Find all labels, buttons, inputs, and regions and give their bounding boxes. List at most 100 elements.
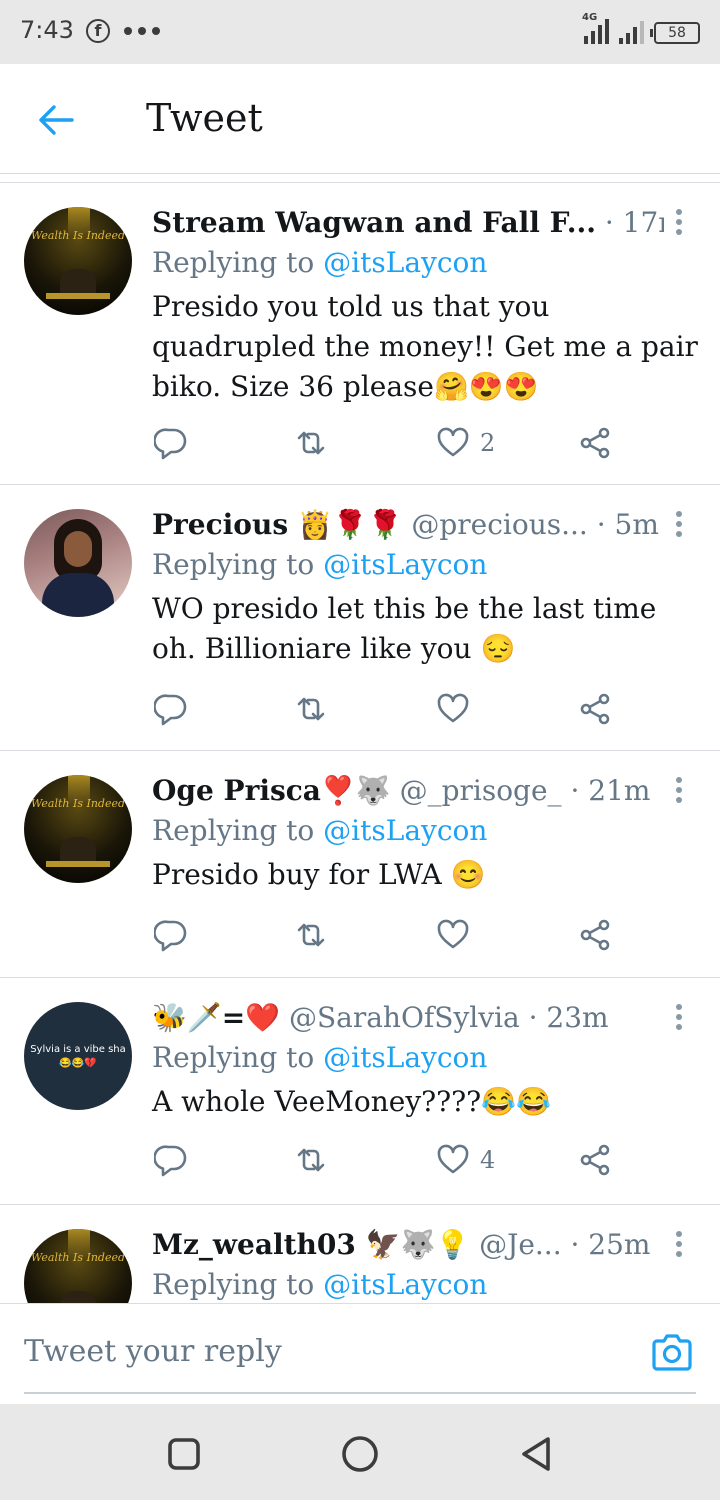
recents-square-icon[interactable] xyxy=(164,1434,204,1474)
tweet-actions xyxy=(152,689,672,729)
tweet-item[interactable]: Sylvia is a vibe sha 😂😂💔 🐝🗡️=❤️ @SarahOf… xyxy=(0,978,720,1205)
retweet-button[interactable] xyxy=(294,1140,328,1180)
share-button[interactable] xyxy=(578,1140,612,1180)
back-arrow-icon[interactable] xyxy=(36,100,76,140)
like-button[interactable] xyxy=(436,689,470,729)
reply-composer: Tweet your reply xyxy=(0,1303,720,1404)
replying-handle-link[interactable]: @itsLaycon xyxy=(323,1268,487,1301)
retweet-icon xyxy=(297,697,325,721)
avatar[interactable]: Wealth Is Indeed xyxy=(24,775,132,883)
reply-icon xyxy=(154,1145,187,1177)
status-time: 7:43 xyxy=(20,16,74,44)
author-handle: @precious... xyxy=(411,508,588,541)
battery-icon: 58 xyxy=(650,22,700,44)
share-icon xyxy=(580,1144,610,1176)
reply-button[interactable] xyxy=(154,423,188,463)
heart-icon xyxy=(437,693,469,723)
tweet-header: Oge Prisca❣️🐺 @_prisoge_ · 21m xyxy=(152,771,664,811)
tweet-time: · 23m xyxy=(528,1001,609,1034)
like-count: 2 xyxy=(480,429,496,457)
camera-icon[interactable] xyxy=(648,1328,696,1376)
reply-button[interactable] xyxy=(154,915,188,955)
author-name[interactable]: 🐝🗡️=❤️ xyxy=(152,1001,280,1034)
retweet-button[interactable] xyxy=(294,915,328,955)
avatar[interactable] xyxy=(24,509,132,617)
author-name[interactable]: Mz_wealth03 🦅🐺💡 xyxy=(152,1228,470,1261)
like-button[interactable] xyxy=(436,915,470,955)
author-name[interactable]: Precious 👸🌹🌹 xyxy=(152,508,402,541)
share-button[interactable] xyxy=(578,689,612,729)
author-handle: @_prisoge_ xyxy=(399,774,562,807)
tweet-item[interactable]: Wealth Is Indeed Oge Prisca❣️🐺 @_prisoge… xyxy=(0,751,720,978)
retweet-icon xyxy=(297,923,325,947)
replying-handle-link[interactable]: @itsLaycon xyxy=(323,548,487,581)
battery-level: 58 xyxy=(668,25,686,41)
status-bar: 7:43 f 4G 58 xyxy=(0,0,720,64)
home-circle-icon[interactable] xyxy=(340,1434,380,1474)
network-type-label: 4G xyxy=(582,12,598,23)
replying-handle-link[interactable]: @itsLaycon xyxy=(323,1041,487,1074)
replying-handle-link[interactable]: @itsLaycon xyxy=(323,246,487,279)
share-icon xyxy=(580,427,610,459)
tweet-item[interactable]: Precious 👸🌹🌹 @precious... · 5m Replying … xyxy=(0,485,720,751)
replying-to: Replying to @itsLaycon xyxy=(152,1038,487,1078)
avatar[interactable]: Wealth Is Indeed xyxy=(24,1229,132,1303)
tweet-actions: 4 xyxy=(152,1140,672,1180)
more-options-icon[interactable] xyxy=(668,207,690,237)
system-nav-bar xyxy=(0,1404,720,1500)
reply-icon xyxy=(154,920,187,952)
replying-to: Replying to @itsLaycon xyxy=(152,1265,487,1303)
replying-prefix: Replying to xyxy=(152,1268,324,1301)
author-name[interactable]: Oge Prisca❣️🐺 xyxy=(152,774,391,807)
avatar[interactable]: Wealth Is Indeed xyxy=(24,207,132,315)
avatar[interactable]: Sylvia is a vibe sha 😂😂💔 xyxy=(24,1002,132,1110)
retweet-button[interactable] xyxy=(294,689,328,729)
tweet-item[interactable]: Wealth Is Indeed Stream Wagwan and Fall … xyxy=(0,183,720,485)
avatar-art-text: Wealth Is Indeed xyxy=(30,797,125,810)
replying-prefix: Replying to xyxy=(152,548,324,581)
tweet-text: A whole VeeMoney????😂😂 xyxy=(152,1085,551,1118)
share-button[interactable] xyxy=(578,423,612,463)
signal-4g-icon: 4G xyxy=(582,12,609,44)
avatar-caption: Sylvia is a vibe sha xyxy=(30,1044,126,1055)
facebook-notification-icon: f xyxy=(86,19,110,43)
replying-to: Replying to @itsLaycon xyxy=(152,811,487,851)
replying-prefix: Replying to xyxy=(152,814,324,847)
reply-icon xyxy=(154,694,187,726)
reply-icon xyxy=(154,428,187,460)
heart-icon xyxy=(437,1144,469,1174)
replying-to: Replying to @itsLaycon xyxy=(152,545,487,585)
author-handle: @SarahOfSylvia xyxy=(288,1001,520,1034)
like-button[interactable]: 2 xyxy=(436,423,495,463)
like-button[interactable]: 4 xyxy=(436,1140,495,1180)
reply-button[interactable] xyxy=(154,689,188,729)
heart-icon xyxy=(437,427,469,457)
retweet-icon xyxy=(297,1148,325,1172)
author-handle: @Je... xyxy=(479,1228,562,1261)
tweet-item[interactable]: Wealth Is Indeed Mz_wealth03 🦅🐺💡 @Je... … xyxy=(0,1205,720,1303)
author-name[interactable]: Stream Wagwan and Fall F... xyxy=(152,206,596,239)
replying-handle-link[interactable]: @itsLaycon xyxy=(323,814,487,847)
share-button[interactable] xyxy=(578,915,612,955)
tweet-actions xyxy=(152,915,672,955)
reply-feed[interactable]: Wealth Is Indeed Stream Wagwan and Fall … xyxy=(0,183,720,1303)
more-options-icon[interactable] xyxy=(668,509,690,539)
page-title: Tweet xyxy=(146,96,263,140)
more-options-icon[interactable] xyxy=(668,1229,690,1259)
reply-input-underline xyxy=(24,1392,696,1394)
back-triangle-icon[interactable] xyxy=(516,1434,556,1474)
more-options-icon[interactable] xyxy=(668,775,690,805)
reply-input[interactable]: Tweet your reply xyxy=(24,1334,282,1369)
tweet-header: 🐝🗡️=❤️ @SarahOfSylvia · 23m xyxy=(152,998,664,1038)
retweet-icon xyxy=(297,431,325,455)
tweet-header: Stream Wagwan and Fall F... · 17m xyxy=(152,203,664,243)
tweet-text: Presido buy for LWA 😊 xyxy=(152,858,486,891)
tweet-time: · 5m xyxy=(596,508,659,541)
retweet-button[interactable] xyxy=(294,423,328,463)
avatar-art-text: Wealth Is Indeed xyxy=(30,1251,125,1264)
tweet-text: Presido you told us that you quadrupled … xyxy=(152,290,698,403)
more-options-icon[interactable] xyxy=(668,1002,690,1032)
reply-button[interactable] xyxy=(154,1140,188,1180)
share-icon xyxy=(580,919,610,951)
signal-icon xyxy=(619,18,644,44)
